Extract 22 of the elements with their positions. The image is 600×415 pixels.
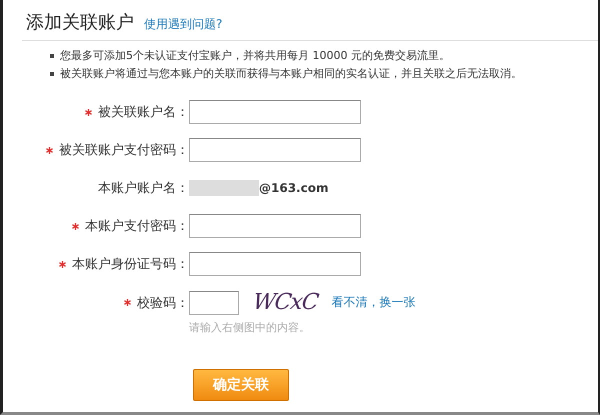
input-field[interactable] bbox=[189, 252, 361, 276]
note-text: 您最多可添加5个未认证支付宝账户，并将共用每月 10000 元的免费交易流里。 bbox=[60, 48, 450, 64]
refresh-link[interactable]: 看不清，换一张 bbox=[332, 294, 416, 311]
captcha-text: WCxC bbox=[251, 290, 320, 315]
bullet-icon bbox=[50, 72, 54, 76]
account-name: @163.com bbox=[259, 181, 328, 195]
field-label: 被关联账户支付密码： bbox=[59, 142, 189, 159]
captcha-field[interactable] bbox=[189, 290, 239, 314]
input-field[interactable] bbox=[189, 100, 361, 124]
field-label: 被关联账户名： bbox=[98, 104, 189, 121]
field-label: 本账户账户名： bbox=[98, 180, 189, 197]
bullet-icon bbox=[50, 54, 54, 58]
help-link[interactable]: 使用遇到问题? bbox=[144, 16, 222, 33]
field-label: 本账户支付密码： bbox=[85, 218, 189, 235]
input-field[interactable] bbox=[189, 214, 361, 238]
redaction-mark bbox=[189, 180, 259, 196]
note-text: 被关联账户将通过与您本账户的关联而获得与本账户相同的实名认证，并且关联之后无法取消。 bbox=[60, 66, 522, 82]
hint-text: 请输入右侧图中的内容。 bbox=[189, 320, 311, 335]
field-label: 校验码： bbox=[137, 294, 189, 312]
input-field[interactable] bbox=[189, 138, 361, 162]
field-label: 本账户身份证号码： bbox=[72, 256, 189, 273]
page-title: 添加关联账户 bbox=[26, 11, 134, 34]
